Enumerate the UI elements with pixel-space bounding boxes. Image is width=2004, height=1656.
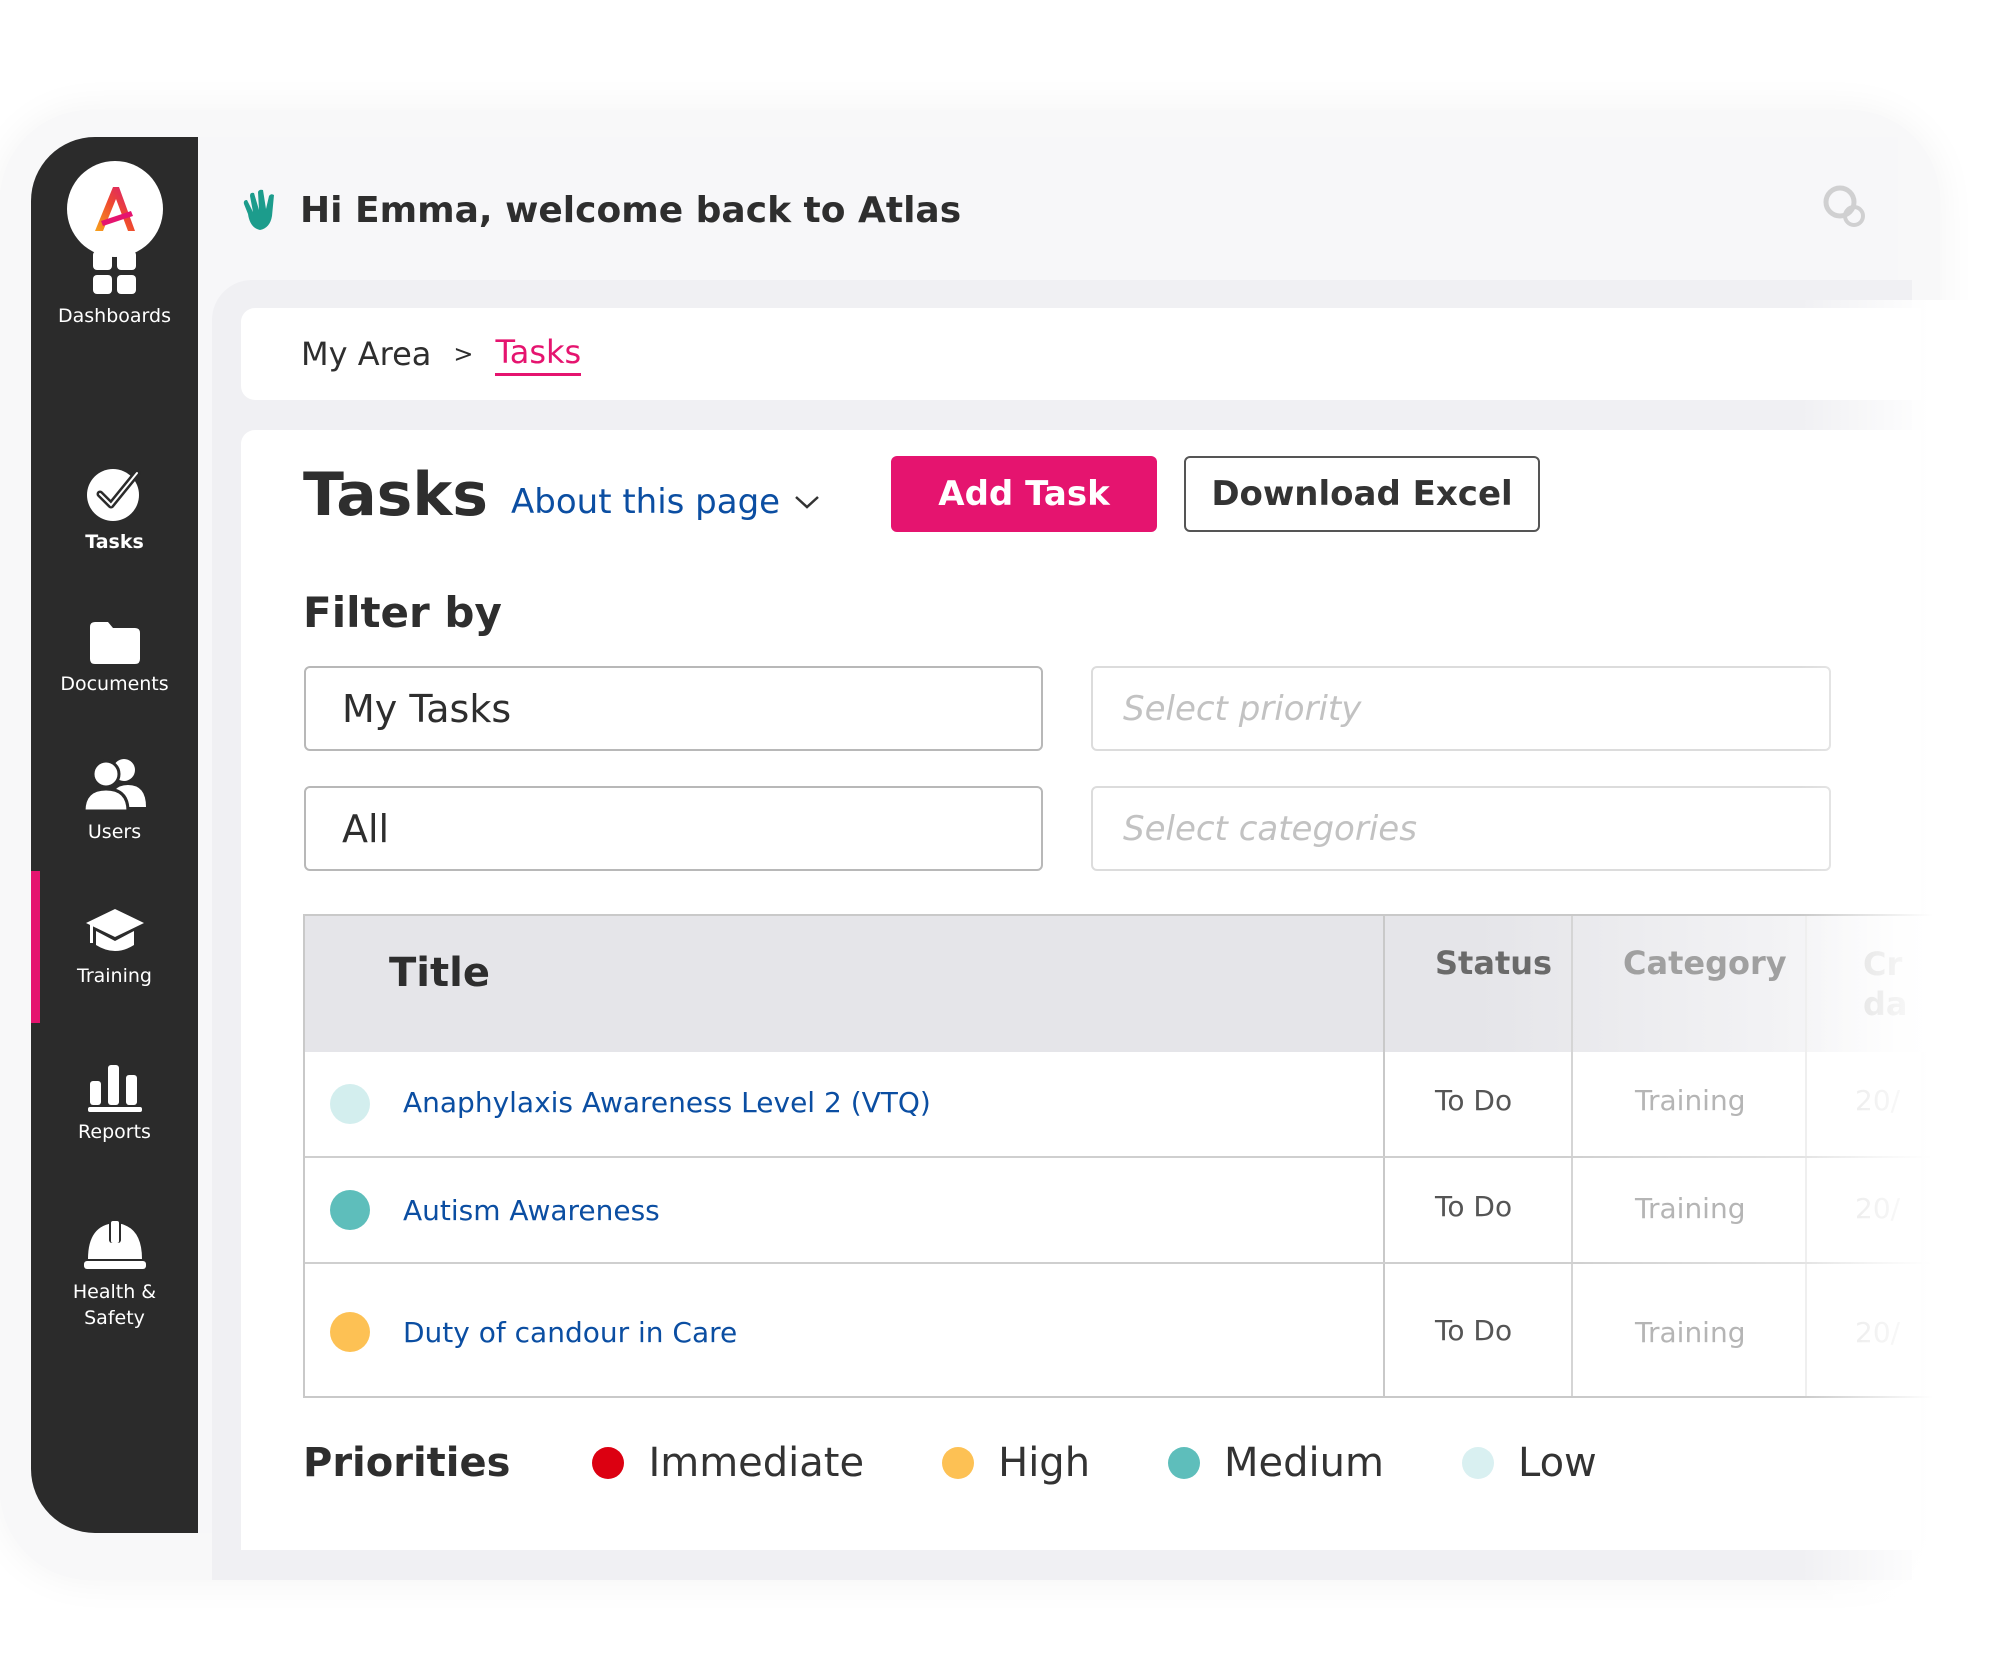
breadcrumb-separator: > [453, 340, 474, 368]
welcome-header: Hi Emma, welcome back to Atlas [238, 180, 961, 240]
bar-chart-icon [87, 1065, 142, 1112]
download-excel-button[interactable]: Download Excel [1184, 456, 1540, 532]
legend-item-low: Low [1462, 1440, 1597, 1486]
column-header-created-line2: da [1863, 985, 1908, 1023]
hard-hat-icon [83, 1219, 146, 1269]
legend-dot-low [1462, 1447, 1494, 1479]
table-row[interactable]: Autism Awareness To Do Training 20/ [305, 1158, 1983, 1262]
legend-label: Low [1518, 1440, 1597, 1486]
categories-filter-placeholder: Select categories [1123, 808, 1417, 849]
checkmark-circle-icon [86, 469, 140, 521]
users-icon [81, 759, 146, 813]
column-header-category[interactable]: Category [1623, 944, 1787, 982]
task-created-date: 20/ [1855, 1316, 1901, 1349]
breadcrumb: My Area > Tasks [241, 308, 1921, 400]
task-title-link[interactable]: Anaphylaxis Awareness Level 2 (VTQ) [403, 1086, 931, 1119]
task-status: To Do [1435, 1314, 1513, 1347]
breadcrumb-current-tasks[interactable]: Tasks [495, 333, 582, 376]
graduation-cap-icon [85, 909, 144, 951]
about-page-toggle[interactable]: About this page [511, 482, 820, 522]
priorities-legend: Priorities Immediate High Medium Low [303, 1440, 1675, 1486]
priority-dot-high [330, 1312, 370, 1352]
sidebar-item-label-line2: Safety [84, 1307, 145, 1329]
add-task-button[interactable]: Add Task [891, 456, 1157, 532]
assignee-filter-select[interactable]: My Tasks [304, 666, 1043, 751]
priorities-legend-title: Priorities [303, 1440, 511, 1486]
legend-dot-immediate [592, 1447, 625, 1479]
waving-hand-icon [243, 189, 274, 230]
sidebar-item-label: Health & [72, 1281, 157, 1303]
sidebar-item-documents[interactable]: Documents [31, 619, 198, 697]
task-created-date: 20/ [1855, 1192, 1901, 1225]
greeting-text: Hi Emma, welcome back to Atlas [300, 189, 962, 231]
task-category: Training [1635, 1316, 1746, 1349]
atlas-logo-icon [95, 187, 135, 231]
task-title-link[interactable]: Autism Awareness [403, 1194, 660, 1227]
legend-dot-medium [1168, 1447, 1201, 1479]
sidebar-item-label: Dashboards [58, 305, 171, 327]
page-title: Tasks [303, 460, 489, 530]
sidebar-item-label: Users [87, 821, 142, 843]
breadcrumb-my-area[interactable]: My Area [301, 335, 431, 373]
assignee-filter-value: My Tasks [342, 686, 512, 731]
table-row[interactable]: Duty of candour in Care To Do Training 2… [305, 1264, 1983, 1398]
filter-by-label: Filter by [303, 588, 502, 637]
legend-item-immediate: Immediate [592, 1440, 864, 1486]
sidebar-item-label: Tasks [85, 531, 144, 553]
sidebar-item-label: Training [77, 965, 152, 987]
column-header-created-line1: Cr [1863, 945, 1903, 983]
legend-dot-high [942, 1447, 975, 1479]
task-title-link[interactable]: Duty of candour in Care [403, 1316, 737, 1349]
tasks-table: Title Status Category Cr da Anaphylaxis … [303, 914, 1983, 1398]
sidebar-item-dashboards[interactable]: Dashboards [31, 249, 198, 329]
priority-dot-low [330, 1084, 370, 1124]
chevron-down-icon [795, 496, 819, 509]
column-header-status[interactable]: Status [1435, 944, 1552, 982]
sidebar-item-label: Documents [60, 673, 169, 695]
sidebar-item-reports[interactable]: Reports [31, 1061, 198, 1145]
task-created-date: 20/ [1855, 1084, 1901, 1117]
atlas-logo[interactable] [67, 161, 163, 257]
dashboard-grid-icon [92, 251, 136, 294]
task-category: Training [1635, 1192, 1746, 1225]
column-header-title[interactable]: Title [389, 950, 490, 996]
priority-dot-medium [330, 1190, 370, 1230]
status-filter-select[interactable]: All [304, 786, 1043, 871]
sidebar: Dashboards Tasks Documents Users Trainin… [31, 137, 198, 1533]
status-filter-value: All [342, 806, 390, 851]
sidebar-item-users[interactable]: Users [31, 757, 198, 845]
about-page-label: About this page [511, 482, 781, 522]
tasks-panel: Tasks About this page Add Task Download … [241, 430, 1983, 1550]
column-header-created[interactable]: Cr da [1863, 944, 1908, 1024]
sidebar-item-label: Reports [78, 1121, 151, 1143]
categories-filter-select[interactable]: Select categories [1091, 786, 1831, 871]
task-category: Training [1635, 1084, 1746, 1117]
sidebar-item-health-safety[interactable]: Health & Safety [31, 1217, 198, 1331]
legend-label: Immediate [648, 1440, 865, 1486]
settings-gear-icon[interactable] [1820, 182, 1868, 230]
priority-filter-placeholder: Select priority [1123, 688, 1362, 729]
legend-label: High [998, 1440, 1091, 1486]
legend-item-high: High [942, 1440, 1090, 1486]
table-row[interactable]: Anaphylaxis Awareness Level 2 (VTQ) To D… [305, 1052, 1983, 1156]
priority-filter-select[interactable]: Select priority [1091, 666, 1831, 751]
sidebar-active-indicator [31, 871, 40, 1023]
legend-label: Medium [1224, 1440, 1384, 1486]
task-status: To Do [1435, 1084, 1513, 1117]
sidebar-item-training[interactable]: Training [31, 905, 198, 989]
task-status: To Do [1435, 1190, 1513, 1223]
table-header: Title Status Category Cr da [305, 916, 1983, 1052]
legend-item-medium: Medium [1168, 1440, 1384, 1486]
folder-icon [89, 622, 140, 664]
sidebar-item-tasks[interactable]: Tasks [31, 465, 198, 555]
